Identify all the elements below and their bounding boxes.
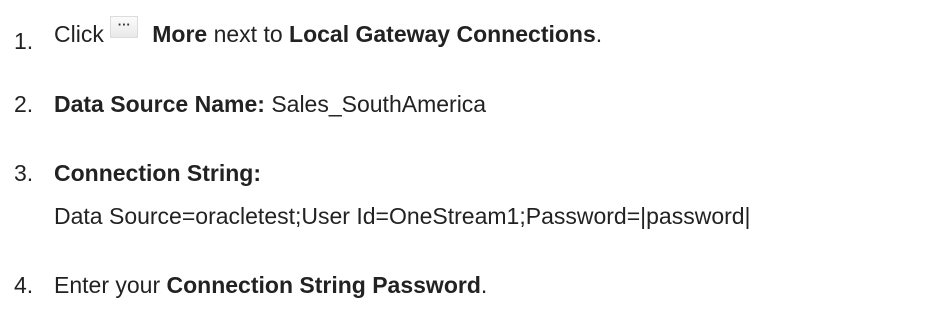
step-number: 2. [14,91,34,117]
step-4-end: . [480,272,488,298]
connection-string-password-label: Connection String Password [166,272,481,298]
step-4-prefix: Enter your [54,272,161,298]
step-number: 4. [14,272,34,298]
connection-string-label: Connection String: [54,160,261,186]
ellipsis-more-icon: ··· [110,15,139,38]
step-number: 3. [14,160,34,186]
step-1-end: . [595,21,603,47]
connection-string-value: Data Source=oracletest;User Id=OneStream… [54,203,751,229]
step-1: 1. Click ··· More next to Local Gateway Co… [14,15,603,54]
data-source-name-label: Data Source Name: [54,91,265,117]
data-source-name-value: Sales_SouthAmerica [271,91,487,117]
local-gateway-connections-label: Local Gateway Connections [289,21,596,47]
step-4: 4. Enter your Connection String Password. [14,271,487,299]
instruction-steps: 1. Click ··· More next to Local Gateway Co… [0,0,941,320]
step-1-click-text: Click [54,21,104,47]
step-1-next-to-text: next to [213,21,283,47]
step-number: 1. [14,28,34,54]
step-3: 3. Connection String: [14,159,261,187]
step-2: 2. Data Source Name: Sales_SouthAmerica [14,90,486,118]
more-label: More [152,21,208,47]
